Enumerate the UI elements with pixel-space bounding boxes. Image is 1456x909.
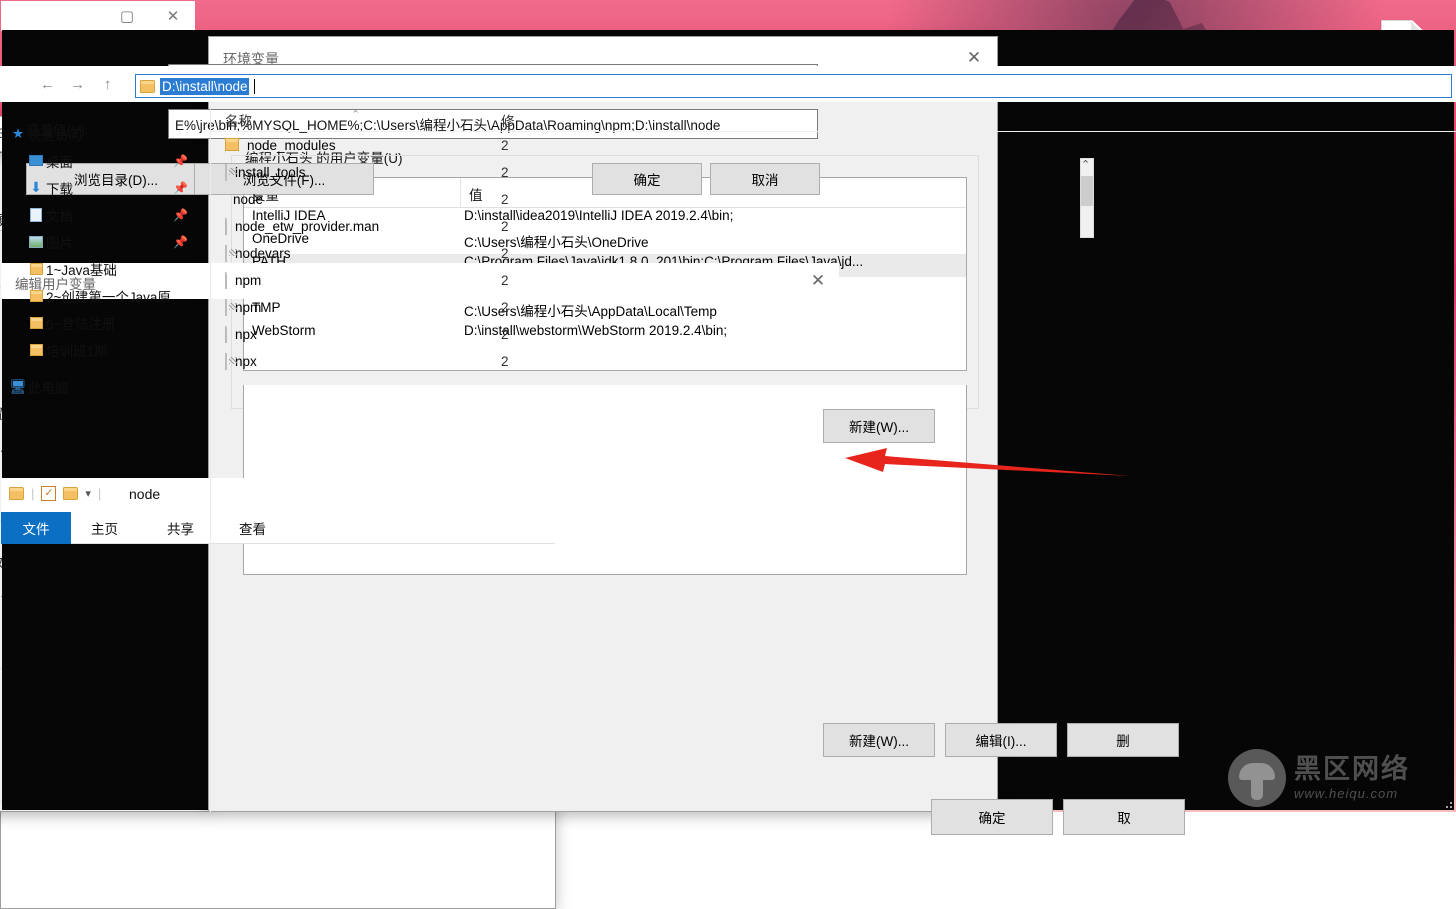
folder-icon [26, 343, 46, 356]
nav-item-label: 培训班1期 [46, 343, 108, 359]
file-name: node [233, 192, 264, 207]
folder-icon [26, 262, 46, 275]
nav-item-folder[interactable]: 培训班1期 [0, 336, 210, 363]
file-date: 2 [501, 165, 509, 180]
list-item[interactable]: node_etw_provider.man 2 [211, 213, 1456, 240]
file-date: 2 [501, 219, 509, 234]
config-icon [225, 353, 227, 370]
column-header-name[interactable]: 名称 ⌃ [211, 109, 501, 131]
file-date: 2 [501, 327, 509, 342]
documents-icon [26, 207, 46, 222]
file-date: 2 [501, 300, 509, 315]
nav-item-folder[interactable]: 2~创建第一个Java原 [0, 282, 210, 309]
download-icon: ⬇ [30, 179, 42, 195]
nav-section-label: 快速访问 [28, 127, 82, 143]
address-value: D:\install\node [160, 77, 249, 95]
back-icon[interactable]: ← [40, 76, 55, 93]
nav-item-label: 图片 [46, 235, 73, 251]
file-name: npx [235, 327, 257, 342]
up-icon[interactable]: ↑ [104, 76, 112, 93]
maximize-icon[interactable]: ▢ [105, 1, 149, 31]
file-name: npm [235, 273, 262, 288]
folder-icon [140, 79, 155, 93]
star-icon: ★ [11, 125, 25, 141]
list-item[interactable]: install_tools 2 [211, 159, 1456, 186]
navigation-pane[interactable]: ★ 快速访问 桌面 📌 ⬇ 下载 📌 文档 📌 图片 📌 1~Java基础 2~创建第一个Java原… [0, 104, 210, 812]
document-icon [225, 218, 227, 235]
document-icon [225, 272, 227, 289]
nav-item-pictures[interactable]: 图片 📌 [0, 228, 210, 255]
file-date: 2 [501, 138, 509, 153]
list-item[interactable]: node 2 [211, 186, 1456, 213]
nav-item-download[interactable]: ⬇ 下载 📌 [0, 174, 210, 201]
file-name: nodevars [235, 246, 291, 261]
nav-item-desktop[interactable]: 桌面 📌 [0, 147, 210, 174]
close-icon[interactable]: ✕ [151, 1, 195, 31]
config-icon [225, 245, 227, 262]
console-titlebar[interactable]: ▢ ✕ [1, 1, 195, 31]
address-input[interactable]: D:\install\node [135, 74, 1452, 98]
nav-item-label: 桌面 [46, 154, 73, 170]
config-icon [225, 164, 227, 181]
computer-icon: 🖥 [9, 378, 27, 394]
column-header-name-label: 名称 [225, 114, 252, 129]
file-date: 2 [501, 273, 509, 288]
folder-icon [225, 137, 239, 154]
pin-icon[interactable]: 📌 [173, 208, 188, 222]
pin-icon[interactable]: 📌 [173, 235, 188, 249]
file-list-pane[interactable]: 名称 ⌃ 修 node_modules 2 install_tools 2 node 2 n… [210, 104, 1456, 812]
folder-icon [26, 316, 46, 329]
file-name: npx [235, 354, 257, 369]
watermark-brand: 黑区网络 [1294, 753, 1410, 784]
nav-section-quick-access[interactable]: ★ 快速访问 [0, 120, 210, 147]
pictures-icon [26, 235, 46, 248]
desktop-icon [26, 155, 46, 166]
file-name: install_tools [235, 165, 306, 180]
file-date: 2 [501, 246, 509, 261]
nav-item-label: 2~创建第一个Java原 [46, 289, 171, 305]
pin-icon[interactable]: 📌 [173, 154, 188, 168]
nav-item-folder[interactable]: 6~登陆注册 [0, 309, 210, 336]
document-icon [225, 326, 227, 343]
watermark-url: www.heiqu.com [1294, 785, 1399, 801]
file-explorer-window[interactable]: | ✓ ▾ | node 文件 主页 共享 查看 ← → ↑ D:\instal… [0, 66, 1456, 909]
explorer-body: ★ 快速访问 桌面 📌 ⬇ 下载 📌 文档 📌 图片 📌 1~Java基础 2~创建第一个Java原… [0, 104, 1456, 812]
column-header-date[interactable]: 修 [501, 110, 515, 131]
file-list-header: 名称 ⌃ 修 [211, 104, 1456, 132]
nav-item-label: 6~登陆注册 [46, 316, 116, 332]
file-name: node_etw_provider.man [235, 219, 380, 234]
list-item[interactable]: nodevars 2 [211, 240, 1456, 267]
nav-section-label: 此电脑 [28, 380, 69, 396]
list-item[interactable]: npm 2 [211, 267, 1456, 294]
sort-ascending-icon: ⌃ [351, 109, 361, 121]
list-item[interactable]: node_modules 2 [211, 132, 1456, 159]
list-item[interactable]: npx 2 [211, 321, 1456, 348]
nav-item-label: 1~Java基础 [46, 262, 117, 278]
mushroom-logo-icon [1228, 749, 1286, 807]
file-date: 2 [501, 354, 509, 369]
nav-item-documents[interactable]: 文档 📌 [0, 201, 210, 228]
nav-item-label: 文档 [46, 208, 73, 224]
pin-icon[interactable]: 📌 [173, 181, 188, 195]
nav-item-label: 下载 [46, 181, 73, 197]
file-name: node_modules [247, 138, 336, 153]
watermark-text: 黑区网络 www.heiqu.com [1294, 753, 1410, 801]
folder-icon [26, 289, 46, 302]
nav-item-folder[interactable]: 1~Java基础 [0, 255, 210, 282]
watermark: 黑区网络 www.heiqu.com [1228, 746, 1454, 810]
nav-section-this-pc[interactable]: 🖥 此电脑 [0, 373, 210, 400]
forward-icon[interactable]: → [70, 76, 85, 93]
file-name: npm [235, 300, 262, 315]
list-item[interactable]: npx 2 [211, 348, 1456, 375]
config-icon [225, 299, 227, 316]
text-caret [253, 78, 255, 94]
list-item[interactable]: npm 2 [211, 294, 1456, 321]
file-date: 2 [501, 192, 509, 207]
